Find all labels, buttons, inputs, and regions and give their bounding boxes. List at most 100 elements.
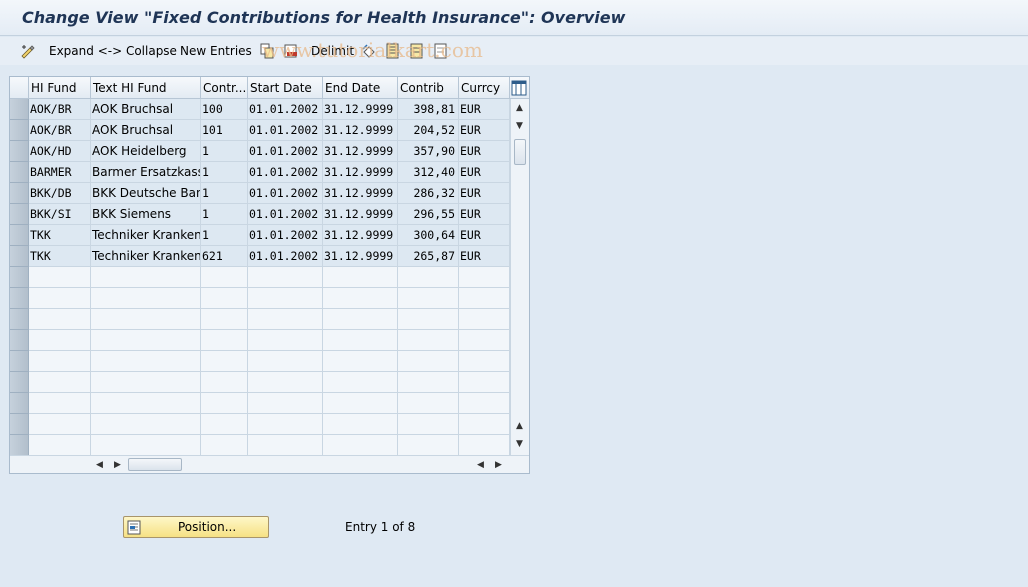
cell-start[interactable]: 01.01.2002 [248, 162, 323, 183]
scroll-page-up-icon[interactable]: ▲ [516, 421, 523, 431]
row-selector[interactable] [10, 309, 29, 330]
cell-contrib[interactable]: 296,55 [398, 204, 459, 225]
cell-hi-fund[interactable]: AOK/HD [29, 141, 91, 162]
cell-hi-fund[interactable]: AOK/BR [29, 99, 91, 120]
column-header-end-date[interactable]: End Date [323, 77, 398, 99]
table-row[interactable] [10, 372, 510, 393]
row-selector[interactable] [10, 288, 29, 309]
table-row[interactable] [10, 309, 510, 330]
cell-text[interactable]: Barmer Ersatzkasse [91, 162, 201, 183]
cell-text[interactable]: AOK Bruchsal [91, 99, 201, 120]
cell-end[interactable]: 31.12.9999 [323, 162, 398, 183]
table-row[interactable] [10, 267, 510, 288]
cell-currency[interactable]: EUR [459, 141, 510, 162]
row-selector[interactable] [10, 435, 29, 456]
table-row[interactable]: TKKTechniker Kranken...62101.01.200231.1… [10, 246, 510, 267]
cell-end[interactable]: 31.12.9999 [323, 246, 398, 267]
row-selector[interactable] [10, 330, 29, 351]
horizontal-scroll-thumb[interactable] [128, 458, 182, 471]
row-selector[interactable] [10, 393, 29, 414]
cell-end[interactable]: 31.12.9999 [323, 141, 398, 162]
row-selector[interactable] [10, 99, 29, 120]
cell-contr[interactable]: 101 [201, 120, 248, 141]
table-row[interactable]: AOK/BR AOK Bruchsal 100 01.01.2002 31.12.999… [10, 99, 510, 120]
cell-hi-fund[interactable]: BARMER [29, 162, 91, 183]
new-entries-button[interactable]: New Entries [180, 44, 252, 58]
cell-text[interactable]: Techniker Kranken... [91, 246, 201, 267]
cell-contr[interactable]: 1 [201, 183, 248, 204]
scroll-left-end-icon[interactable]: ◀ [477, 460, 484, 470]
scroll-right-icon[interactable]: ▶ [114, 460, 121, 470]
row-selector[interactable] [10, 141, 29, 162]
table-row[interactable]: TKKTechniker Kranken...101.01.200231.12.… [10, 225, 510, 246]
cell-start[interactable]: 01.01.2002 [248, 246, 323, 267]
cell-end[interactable]: 31.12.9999 [323, 120, 398, 141]
cell-hi-fund[interactable]: BKK/DB [29, 183, 91, 204]
cell-end[interactable]: 31.12.9999 [323, 225, 398, 246]
horizontal-scrollbar[interactable]: ◀ ▶ ◀ ▶ [10, 455, 529, 473]
scroll-down-icon[interactable]: ▼ [516, 121, 523, 131]
scroll-left-icon[interactable]: ◀ [96, 460, 103, 470]
cell-contr[interactable]: 100 [201, 99, 248, 120]
row-selector[interactable] [10, 204, 29, 225]
cell-text[interactable]: BKK Deutsche Bank [91, 183, 201, 204]
row-selector[interactable] [10, 162, 29, 183]
cell-contrib[interactable]: 312,40 [398, 162, 459, 183]
cell-end[interactable]: 31.12.9999 [323, 99, 398, 120]
cell-contr[interactable]: 1 [201, 225, 248, 246]
cell-contrib[interactable]: 286,32 [398, 183, 459, 204]
cell-currency[interactable]: EUR [459, 162, 510, 183]
row-selector[interactable] [10, 183, 29, 204]
position-button[interactable]: Position... [123, 516, 269, 538]
cell-currency[interactable]: EUR [459, 99, 510, 120]
table-settings-icon[interactable] [511, 80, 527, 96]
display-change-icon[interactable] [20, 43, 36, 59]
cell-start[interactable]: 01.01.2002 [248, 204, 323, 225]
vertical-scrollbar[interactable]: ▲ ▼ ▲ ▼ [510, 99, 529, 455]
table-row[interactable] [10, 414, 510, 435]
cell-contrib[interactable]: 265,87 [398, 246, 459, 267]
table-row[interactable]: BARMER Barmer Ersatzkasse 1 01.01.2002 31.12… [10, 162, 510, 183]
column-header-start-date[interactable]: Start Date [248, 77, 323, 99]
scroll-page-down-icon[interactable]: ▼ [516, 439, 523, 449]
cell-contrib[interactable]: 300,64 [398, 225, 459, 246]
cell-contr[interactable]: 1 [201, 141, 248, 162]
row-selector[interactable] [10, 246, 29, 267]
table-row[interactable] [10, 330, 510, 351]
column-header-currency[interactable]: Curr­cy [459, 77, 510, 99]
column-header-contrib[interactable]: Contrib [398, 77, 459, 99]
column-header-contr[interactable]: Contr... [201, 77, 248, 99]
table-row[interactable]: BKK/DB BKK Deutsche Bank 1 01.01.2002 31.12.… [10, 183, 510, 204]
cell-end[interactable]: 31.12.9999 [323, 183, 398, 204]
column-header-text-hi-fund[interactable]: Text HI Fund [91, 77, 201, 99]
cell-text[interactable]: BKK Siemens [91, 204, 201, 225]
cell-start[interactable]: 01.01.2002 [248, 99, 323, 120]
column-header-hi-fund[interactable]: HI Fund [29, 77, 91, 99]
table-row[interactable]: AOK/HD AOK Heidelberg 1 01.01.2002 31.12.999… [10, 141, 510, 162]
cell-end[interactable]: 31.12.9999 [323, 204, 398, 225]
cell-currency[interactable]: EUR [459, 246, 510, 267]
cell-start[interactable]: 01.01.2002 [248, 141, 323, 162]
cell-contr[interactable]: 1 [201, 204, 248, 225]
cell-text[interactable]: AOK Heidelberg [91, 141, 201, 162]
cell-contrib[interactable]: 398,81 [398, 99, 459, 120]
table-row[interactable] [10, 393, 510, 414]
row-selector[interactable] [10, 351, 29, 372]
row-selector[interactable] [10, 225, 29, 246]
expand-collapse-button[interactable]: Expand <-> Collapse [49, 44, 177, 58]
row-selector[interactable] [10, 120, 29, 141]
table-row[interactable]: AOK/BR AOK Bruchsal 101 01.01.2002 31.12.999… [10, 120, 510, 141]
table-row[interactable]: BKK/SI BKK Siemens 1 01.01.2002 31.12.9999 29… [10, 204, 510, 225]
row-selector[interactable] [10, 267, 29, 288]
cell-hi-fund[interactable]: AOK/BR [29, 120, 91, 141]
cell-hi-fund[interactable]: TKK [29, 225, 91, 246]
cell-currency[interactable]: EUR [459, 225, 510, 246]
row-selector[interactable] [10, 414, 29, 435]
cell-hi-fund[interactable]: TKK [29, 246, 91, 267]
cell-contr[interactable]: 1 [201, 162, 248, 183]
scroll-up-icon[interactable]: ▲ [516, 103, 523, 113]
scroll-right-end-icon[interactable]: ▶ [495, 460, 502, 470]
cell-contrib[interactable]: 357,90 [398, 141, 459, 162]
cell-text[interactable]: AOK Bruchsal [91, 120, 201, 141]
cell-contr[interactable]: 621 [201, 246, 248, 267]
